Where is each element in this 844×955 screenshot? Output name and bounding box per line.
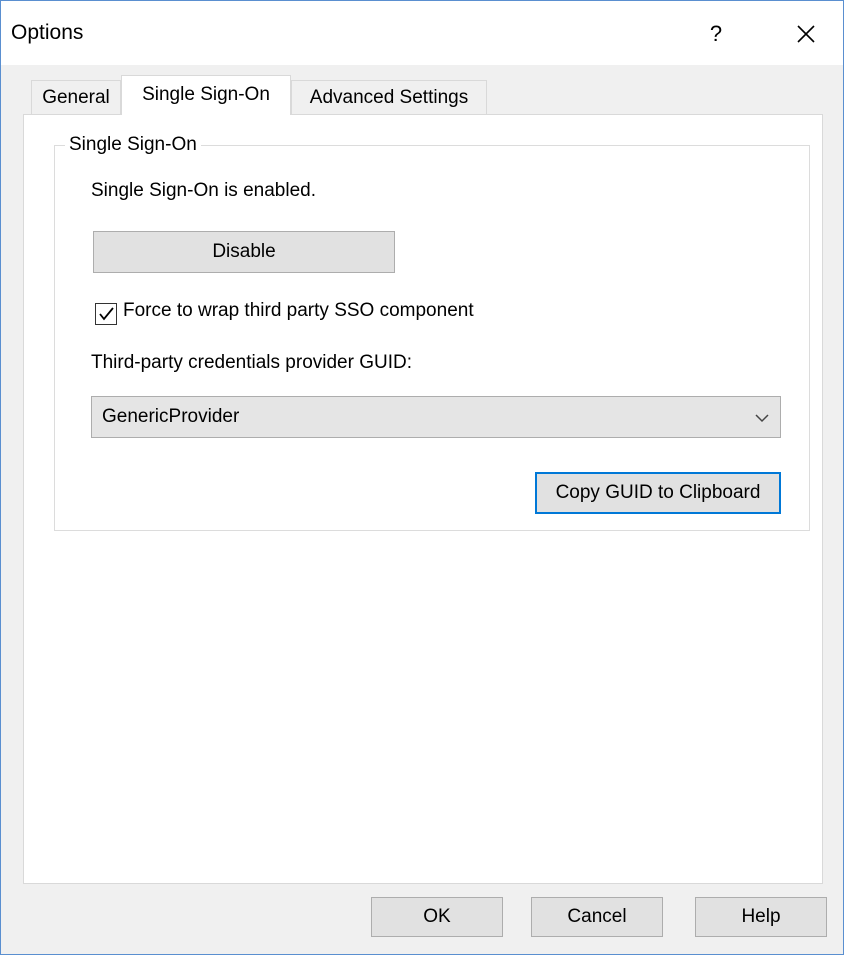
tab-advanced-settings[interactable]: Advanced Settings xyxy=(291,80,487,114)
disable-button[interactable]: Disable xyxy=(93,231,395,273)
force-wrap-label[interactable]: Force to wrap third party SSO component xyxy=(123,300,474,322)
help-title-button[interactable]: ? xyxy=(691,11,741,57)
force-wrap-checkbox[interactable] xyxy=(95,303,117,325)
window-title: Options xyxy=(11,21,84,44)
cancel-button[interactable]: Cancel xyxy=(531,897,663,937)
groupbox-title: Single Sign-On xyxy=(65,132,201,158)
checkmark-icon xyxy=(99,307,114,321)
provider-guid-value: GenericProvider xyxy=(102,406,240,427)
sso-groupbox: Single Sign-On Single Sign-On is enabled… xyxy=(54,132,810,531)
ok-button[interactable]: OK xyxy=(371,897,503,937)
copy-guid-button[interactable]: Copy GUID to Clipboard xyxy=(535,472,781,514)
close-button[interactable] xyxy=(781,11,831,57)
help-button[interactable]: Help xyxy=(695,897,827,937)
close-icon xyxy=(797,25,815,43)
guid-label: Third-party credentials provider GUID: xyxy=(91,352,412,373)
options-dialog: Options ? General Single Sign-On Advance… xyxy=(0,0,844,955)
tab-panel-sso: Single Sign-On Single Sign-On is enabled… xyxy=(23,114,823,884)
provider-guid-select[interactable]: GenericProvider xyxy=(91,396,781,438)
chevron-down-icon xyxy=(755,414,769,423)
tab-single-sign-on[interactable]: Single Sign-On xyxy=(121,75,291,115)
title-bar: Options ? xyxy=(1,1,843,65)
tab-general[interactable]: General xyxy=(31,80,121,114)
sso-status-text: Single Sign-On is enabled. xyxy=(91,180,316,201)
